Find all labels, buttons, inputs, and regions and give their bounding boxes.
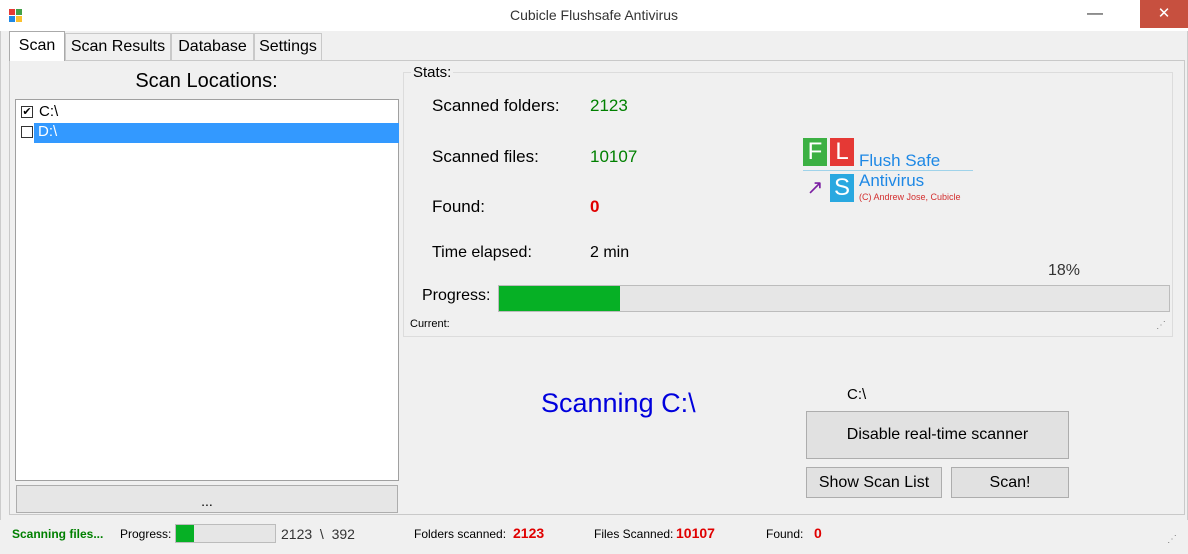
tab-scan-results[interactable]: Scan Results <box>65 33 171 60</box>
found-value: 0 <box>590 197 600 216</box>
status-found-value: 0 <box>814 525 822 541</box>
status-text: Scanning files... <box>12 527 104 541</box>
scan-button[interactable]: Scan! <box>951 467 1069 498</box>
tab-database[interactable]: Database <box>171 33 254 60</box>
window-resize-grip-icon[interactable]: ⋰ <box>1167 534 1177 545</box>
disable-realtime-button[interactable]: Disable real-time scanner <box>806 411 1069 459</box>
scanned-folders-label: Scanned folders: <box>432 96 560 115</box>
logo-line-3: (C) Andrew Jose, Cubicle <box>859 192 961 202</box>
flushsafe-logo: F L ↗ S Flush Safe Antivirus (C) Andrew … <box>803 138 978 210</box>
location-item-c[interactable]: ✔ C:\ <box>18 102 398 122</box>
status-found-label: Found: <box>766 527 804 541</box>
window-title: Cubicle Flushsafe Antivirus <box>509 7 679 23</box>
status-progress-fill <box>176 525 194 542</box>
close-button[interactable]: ✕ <box>1140 0 1188 28</box>
logo-line-2: Antivirus <box>859 171 925 190</box>
folders-scanned-value: 2123 <box>513 525 545 541</box>
current-file-label: Current: <box>410 318 450 330</box>
location-label-d: D:\ <box>34 123 399 143</box>
progress-bar-fill <box>499 286 620 311</box>
location-checkbox-c[interactable]: ✔ <box>21 106 33 118</box>
current-path-text: C:\ <box>847 386 867 403</box>
files-scanned-value: 10107 <box>676 525 715 541</box>
minimize-button[interactable]: — <box>1080 0 1110 28</box>
files-scanned-label: Files Scanned: <box>594 527 674 541</box>
time-elapsed-label: Time elapsed: <box>432 244 532 261</box>
found-label: Found: <box>432 197 485 216</box>
logo-line-1: Flush Safe <box>859 151 941 170</box>
time-elapsed-value: 2 min <box>590 244 630 261</box>
scanned-folders-value: 2123 <box>590 96 628 115</box>
stats-group-label: Stats: <box>411 64 454 81</box>
tab-scan[interactable]: Scan <box>9 31 65 61</box>
logo-tile-f: F <box>803 138 827 166</box>
scan-locations-title: Scan Locations: <box>135 70 278 92</box>
logo-tile-s: S <box>830 174 854 202</box>
scanned-files-label: Scanned files: <box>432 147 539 166</box>
logo-tile-l: L <box>830 138 854 166</box>
resize-grip-icon: ⋰ <box>1156 320 1166 331</box>
show-scan-list-button[interactable]: Show Scan List <box>806 467 942 498</box>
status-progress-counts: 2123 \ 392 <box>281 526 355 542</box>
browse-button[interactable]: ... <box>16 485 398 513</box>
logo-arrow-icon: ↗ <box>803 174 827 202</box>
location-checkbox-d[interactable] <box>21 126 33 138</box>
scanned-files-value: 10107 <box>590 147 638 166</box>
status-progress-bar <box>175 524 276 543</box>
scan-locations-list[interactable]: ✔ C:\ D:\ <box>15 99 399 481</box>
scanning-status-text: Scanning C:\ <box>541 388 696 418</box>
progress-percent: 18% <box>1048 262 1081 279</box>
tab-settings[interactable]: Settings <box>254 33 322 60</box>
folders-scanned-label: Folders scanned: <box>414 527 507 541</box>
location-label-c: C:\ <box>39 103 59 120</box>
progress-label: Progress: <box>422 287 491 304</box>
location-item-d[interactable]: D:\ <box>18 122 399 143</box>
progress-bar <box>498 285 1170 312</box>
status-progress-label: Progress: <box>120 527 172 541</box>
